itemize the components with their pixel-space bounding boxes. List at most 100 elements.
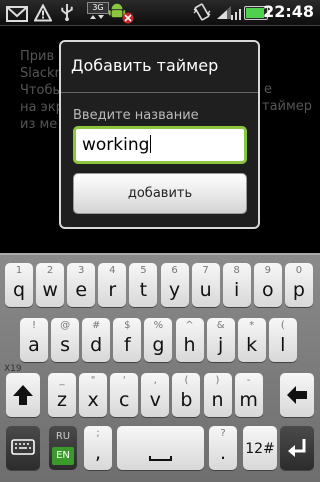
key-symbol: _ [59, 375, 65, 386]
key-letter: a [28, 334, 40, 356]
key-u[interactable]: 7u [191, 263, 220, 307]
key-x[interactable]: " x [79, 373, 108, 417]
key-v[interactable]: ,v [141, 373, 170, 417]
key-letter: s [60, 334, 71, 356]
key-symbol: $ [124, 320, 131, 331]
space-key[interactable] [117, 426, 204, 470]
sd-card-icon [122, 12, 134, 24]
key-s[interactable]: @ s [51, 318, 80, 362]
key-n[interactable]: ) n [203, 373, 232, 417]
add-timer-dialog: Добавить таймер Введите название working… [59, 40, 260, 229]
key-i[interactable]: 8i [222, 263, 251, 307]
key-symbol: , [153, 375, 157, 386]
key-symbol: 2 [46, 265, 54, 276]
key-symbol: - [246, 375, 251, 386]
key-g[interactable]: % g [144, 318, 173, 362]
text-caret [150, 135, 152, 153]
key-letter: f [123, 334, 131, 356]
key-k[interactable]: * k [237, 318, 266, 362]
dialog-title: Добавить таймер [71, 56, 219, 75]
key-c[interactable]: ' c [110, 373, 139, 417]
key-m[interactable]: -m [234, 373, 263, 417]
key-e[interactable]: 3e [67, 263, 96, 307]
key-a[interactable]: ! a [20, 318, 48, 362]
background-fragment: таймер [262, 99, 313, 114]
soft-keyboard: X19 RU EN ; , ? . 12# 1 q 2 w 3 e 4 r 5 … [0, 253, 320, 482]
key-symbol: & [216, 320, 225, 331]
key-l[interactable]: (l [268, 318, 297, 362]
vibrate-icon [193, 3, 211, 21]
key-symbol: * [249, 320, 255, 331]
key-symbol: 3 [78, 265, 85, 276]
key-letter: h [183, 334, 196, 356]
key-letter: z [57, 389, 67, 411]
key-symbol: " [90, 375, 96, 386]
key-symbol: 5 [140, 265, 147, 276]
key-w[interactable]: 2w [36, 263, 65, 307]
key-letter: u [199, 279, 212, 301]
key-symbol: 7 [202, 265, 209, 276]
shift-key[interactable] [6, 373, 40, 417]
input-value: working [82, 135, 150, 155]
key-letter: m [239, 389, 258, 411]
key-symbol: 9 [264, 265, 271, 276]
alert-icon [34, 4, 52, 22]
backspace-key[interactable] [280, 373, 314, 417]
key-h[interactable]: ^ h [175, 318, 204, 362]
key-letter: j [217, 334, 224, 356]
key-symbol: ( [184, 375, 189, 386]
signal-icon [231, 9, 241, 20]
key-z[interactable]: _ z [48, 373, 76, 417]
key-letter: x [87, 389, 99, 411]
keyboard-settings-icon [11, 439, 35, 455]
key-letter: o [261, 279, 274, 301]
clock: 22:48 [263, 2, 314, 21]
key-letter: g [152, 334, 165, 356]
dialog-divider [61, 92, 258, 93]
key-symbol: ^ [185, 320, 194, 331]
key-letter: n [211, 389, 224, 411]
key-symbol: ! [31, 320, 36, 331]
key-f[interactable]: $ f [113, 318, 142, 362]
lang-ru-label: RU [55, 431, 71, 442]
add-button[interactable]: добавить [73, 173, 247, 214]
key-r[interactable]: 4r [98, 263, 127, 307]
key-symbol: ( [280, 320, 285, 331]
key-letter: c [118, 389, 130, 411]
key-symbol: % [153, 320, 164, 331]
key-letter: b [180, 389, 193, 411]
key-letter: k [246, 334, 258, 356]
key-symbol: @ [60, 320, 71, 331]
key-symbol: 4 [109, 265, 116, 276]
key-letter: r [108, 279, 117, 301]
key-o[interactable]: 9o [253, 263, 282, 307]
key-letter: d [90, 334, 103, 356]
language-switch-key[interactable]: RU EN [49, 426, 77, 470]
key-d[interactable]: # d [82, 318, 111, 362]
enter-key[interactable] [280, 426, 314, 470]
key-q[interactable]: 1q [5, 263, 33, 307]
key-letter: y [168, 279, 181, 301]
key-y[interactable]: 6y [160, 263, 189, 307]
timer-name-input[interactable]: working [73, 126, 247, 164]
key-letter: i [234, 279, 240, 301]
key-symbol: 8 [233, 265, 240, 276]
gmail-icon [6, 6, 28, 22]
enter-icon [288, 439, 306, 457]
key-t[interactable]: 5t [129, 263, 158, 307]
key-letter: v [149, 389, 161, 411]
key-p[interactable]: 0p [284, 263, 313, 307]
key-symbol: 0 [295, 265, 303, 276]
comma-key[interactable]: ; , [84, 426, 112, 470]
space-icon [149, 456, 172, 461]
key-symbol: 1 [15, 265, 23, 276]
numbers-key[interactable]: 12# [243, 426, 277, 470]
key-symbol: ' [122, 375, 126, 386]
background-fragment: е [264, 82, 272, 97]
key-b[interactable]: (b [172, 373, 201, 417]
lang-en-label: EN [52, 447, 74, 465]
settings-key[interactable] [6, 426, 40, 470]
signal-3g-icon: 3G [87, 2, 109, 14]
key-j[interactable]: & j [206, 318, 235, 362]
period-key[interactable]: ? . [209, 426, 237, 470]
